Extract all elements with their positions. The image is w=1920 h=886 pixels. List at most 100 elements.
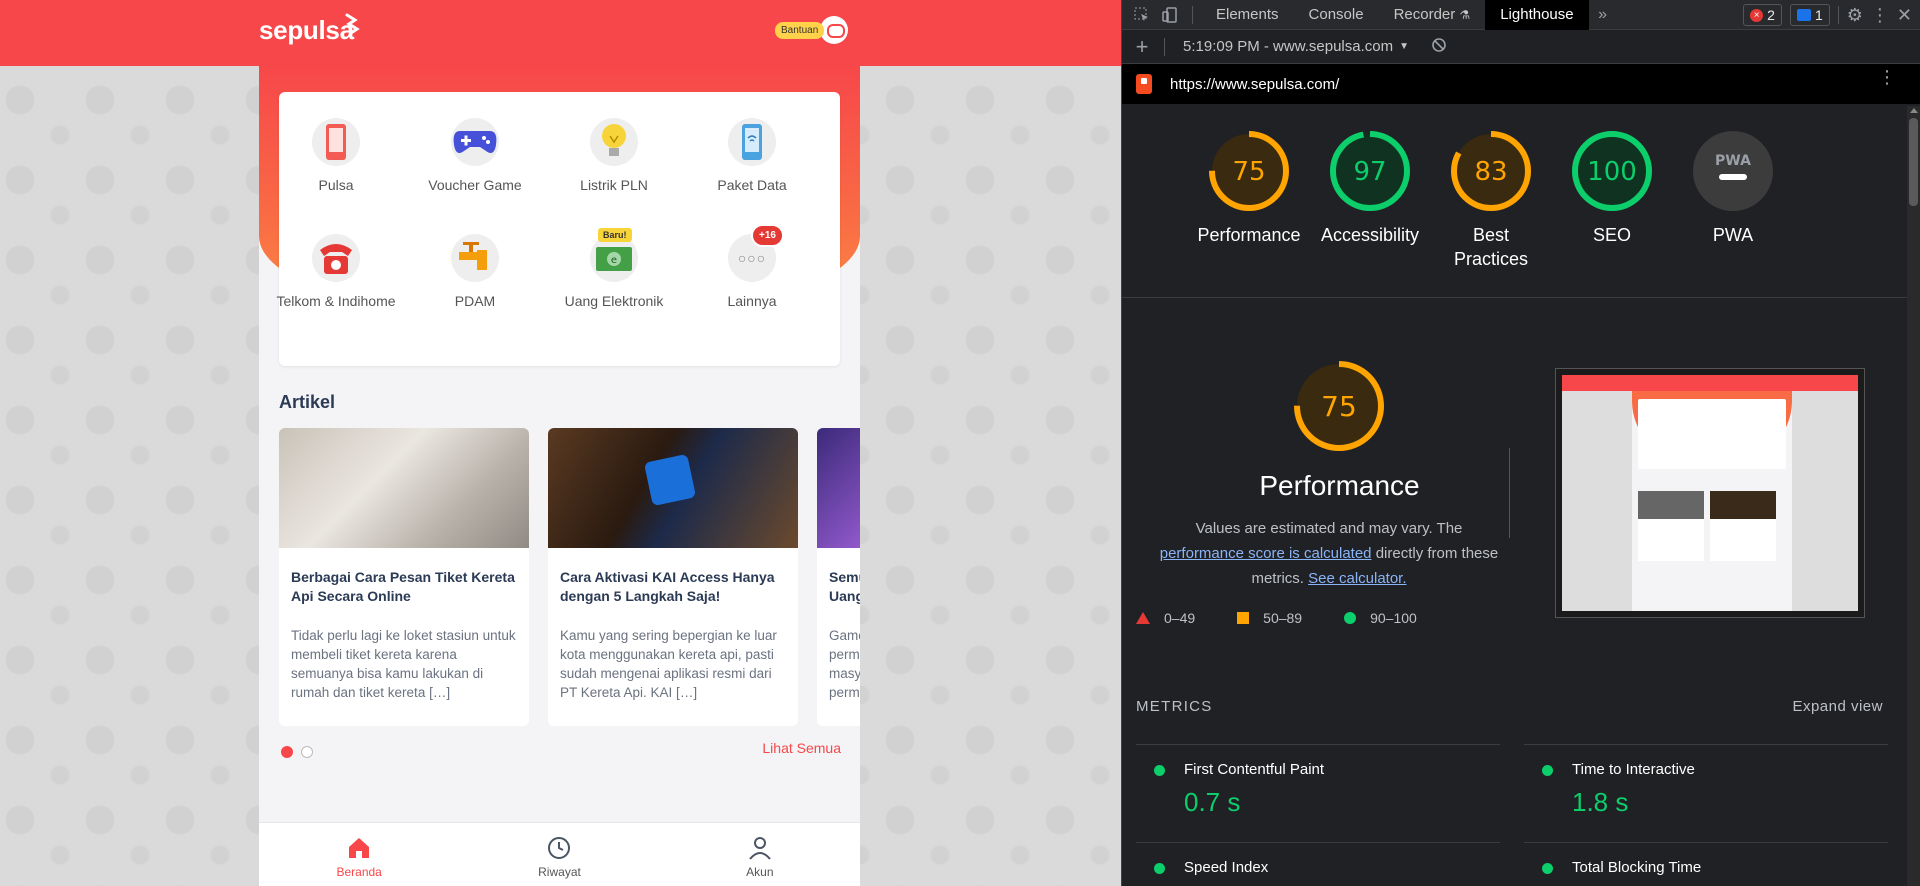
gauge-label: Best Practices [1453, 225, 1529, 269]
gauge-accessibility[interactable]: 97 Accessibility [1310, 129, 1430, 247]
service-telkom[interactable]: Telkom & Indihome [266, 234, 406, 310]
service-label: Lainnya [727, 293, 777, 309]
error-icon: × [1750, 8, 1764, 22]
article-desc: Tidak perlu lagi ke loket stasiun untuk … [291, 628, 516, 700]
service-uang-elektronik[interactable]: e Baru! Uang Elektronik [544, 228, 684, 310]
service-label: Pulsa [318, 177, 354, 193]
new-badge: Baru! [598, 228, 632, 242]
gauge-ring: 75 [1209, 131, 1289, 211]
home-icon [349, 838, 370, 858]
lighthouse-toolbar: + 5:19:09 PM - www.sepulsa.com ▼ [1122, 30, 1920, 64]
desc-text: Values are estimated and may vary. The [1195, 520, 1463, 537]
gauge-ring: 97 [1330, 131, 1410, 211]
metric-fcp: First Contentful Paint 0.7 s [1136, 744, 1500, 824]
main-panel: Pulsa Voucher Game Listrik PLN Paket Dat… [259, 66, 860, 886]
pass-icon [1154, 863, 1165, 874]
lightbulb-icon [590, 118, 638, 166]
metric-name: Speed Index [1184, 859, 1269, 876]
article-image [817, 428, 860, 548]
carousel-dot[interactable] [281, 746, 293, 758]
legend-average: 50–89 [1237, 610, 1302, 626]
gauge-performance[interactable]: 75 Performance [1189, 129, 1309, 247]
metric-speed-index: Speed Index [1136, 842, 1500, 886]
dropdown-icon: ▼ [1399, 41, 1409, 52]
report-scrollbar[interactable] [1907, 106, 1920, 886]
report-menu-icon[interactable]: ⋮ [1878, 68, 1896, 86]
service-lainnya[interactable]: ○○○ +16 Lainnya [682, 224, 822, 310]
square-icon [1237, 612, 1250, 624]
nav-riwayat[interactable]: Riwayat [459, 823, 659, 886]
gauge-value: 83 [1474, 157, 1507, 187]
legend-label: 0–49 [1164, 610, 1196, 626]
kebab-menu-icon[interactable]: ⋮ [1871, 5, 1889, 26]
sepulsa-logo[interactable]: sepulsa [259, 15, 354, 46]
new-report-icon[interactable]: + [1128, 32, 1156, 62]
performance-description: Values are estimated and may vary. The p… [1138, 516, 1520, 591]
scroll-up-icon[interactable] [1910, 108, 1918, 113]
article-card[interactable]: Cara Aktivasi KAI Access Hanya dengan 5 … [548, 428, 798, 726]
gamepad-icon [451, 118, 499, 166]
gauge-ring: 75 [1294, 361, 1384, 451]
count-badge: +16 [751, 224, 784, 247]
service-listrik-pln[interactable]: Listrik PLN [544, 118, 684, 194]
score-calc-link[interactable]: performance score is calculated [1160, 545, 1372, 562]
gauge-best-practices[interactable]: 83 Best Practices [1431, 129, 1551, 271]
devtools-panel: Elements Console Recorder ⚗ Lighthouse »… [1121, 0, 1920, 886]
metric-tti: Time to Interactive 1.8 s [1524, 744, 1888, 824]
article-card[interactable]: Berbagai Cara Pesan Tiket Kereta Api Sec… [279, 428, 529, 726]
metric-value: 1.8 s [1572, 787, 1629, 817]
service-label: Telkom & Indihome [276, 293, 396, 309]
clear-icon[interactable] [1431, 37, 1447, 57]
tab-lighthouse[interactable]: Lighthouse [1485, 0, 1589, 30]
user-icon [749, 837, 771, 860]
nav-beranda[interactable]: Beranda [259, 823, 459, 886]
close-icon[interactable]: ✕ [1897, 5, 1912, 26]
message-counter[interactable]: 1 [1789, 4, 1830, 26]
service-voucher-game[interactable]: Voucher Game [405, 118, 545, 194]
expand-view-button[interactable]: Expand view [1792, 698, 1883, 715]
help-label: Bantuan [775, 21, 825, 39]
bottom-nav: Beranda Riwayat Akun [259, 822, 860, 886]
scroll-thumb[interactable] [1909, 118, 1918, 206]
gauge-seo[interactable]: 100 SEO [1552, 129, 1672, 247]
see-calculator-link[interactable]: See calculator. [1308, 570, 1406, 587]
pass-icon [1542, 765, 1553, 776]
report-select-value: 5:19:09 PM - www.sepulsa.com [1183, 38, 1394, 55]
gauge-label: SEO [1592, 225, 1631, 245]
preview-panel [1632, 391, 1792, 611]
more-tabs-icon[interactable]: » [1589, 0, 1617, 30]
carousel-dot[interactable] [301, 746, 313, 758]
divider [1837, 6, 1839, 24]
telephone-icon [312, 234, 360, 282]
gauge-pwa[interactable]: PWA PWA [1673, 129, 1793, 247]
gauge-ring: 83 [1451, 131, 1531, 211]
article-card[interactable]: Semu Uang Game perm masy perm [817, 428, 860, 726]
service-pdam[interactable]: PDAM [405, 234, 545, 310]
see-all-link[interactable]: Lihat Semua [762, 740, 841, 756]
tab-recorder-label: Recorder [1393, 5, 1456, 23]
article-image [548, 428, 798, 548]
preview-header [1562, 375, 1858, 391]
tab-elements[interactable]: Elements [1201, 0, 1294, 30]
settings-gear-icon[interactable]: ⚙ [1847, 5, 1863, 26]
report-url[interactable]: https://www.sepulsa.com/ [1170, 76, 1339, 93]
gauge-value: 75 [1321, 390, 1357, 423]
device-toolbar-icon[interactable] [1156, 0, 1184, 30]
help-button[interactable]: Bantuan [775, 16, 849, 44]
message-icon [1796, 9, 1811, 21]
report-select[interactable]: 5:19:09 PM - www.sepulsa.com ▼ [1183, 38, 1409, 55]
nav-label: Akun [746, 865, 774, 879]
service-paket-data[interactable]: Paket Data [682, 118, 822, 194]
final-screenshot[interactable] [1555, 368, 1865, 618]
devtools-status: × 2 1 ⚙ ⋮ ✕ [1743, 4, 1912, 26]
inspect-icon[interactable] [1128, 0, 1156, 30]
tab-recorder[interactable]: Recorder ⚗ [1379, 0, 1486, 30]
article-desc: Game perm masy perm [829, 628, 860, 700]
nav-akun[interactable]: Akun [660, 823, 860, 886]
devtools-tabbar: Elements Console Recorder ⚗ Lighthouse »… [1122, 0, 1920, 30]
error-counter[interactable]: × 2 [1743, 4, 1782, 26]
service-pulsa[interactable]: Pulsa [266, 118, 406, 194]
pass-icon [1154, 765, 1165, 776]
more-icon: ○○○ +16 [728, 224, 784, 282]
tab-console[interactable]: Console [1294, 0, 1379, 30]
